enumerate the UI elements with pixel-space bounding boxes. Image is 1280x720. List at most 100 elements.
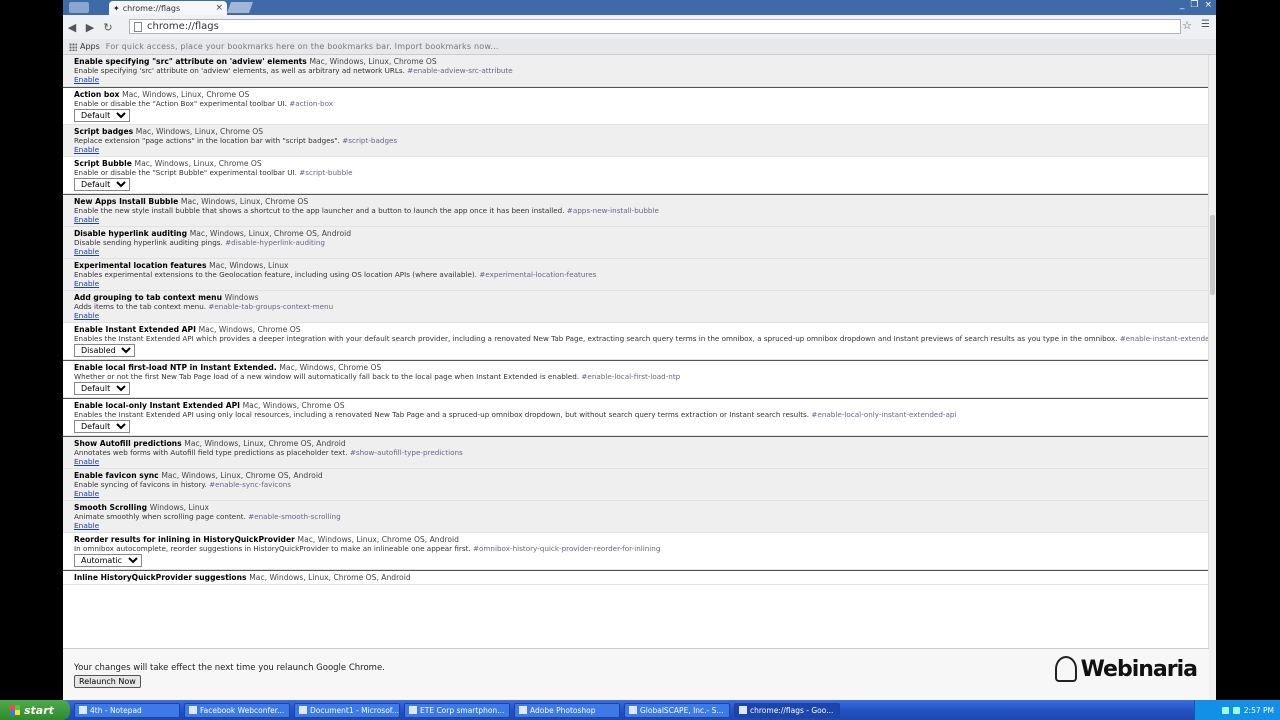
window-controls: _ ❐ ×	[1180, 0, 1212, 10]
experiment-description: Enable syncing of favicons in history. #…	[74, 480, 292, 489]
taskbar-button[interactable]: ETE Corp smartphon...	[404, 702, 510, 718]
experiment-enable-link[interactable]: Enable	[74, 521, 99, 530]
experiment-enable-link[interactable]: Enable	[74, 279, 99, 288]
apps-shortcut[interactable]: Apps	[69, 42, 100, 51]
back-icon[interactable]: ◀	[63, 21, 81, 34]
experiment-select[interactable]: Default	[74, 178, 130, 191]
taskbar-tasks: 4th - Notepad Facebook Webconfer... Docume…	[70, 702, 840, 718]
experiment-row: Script Bubble Mac, Windows, Linux, Chrom…	[63, 157, 1209, 194]
taskbar-button[interactable]: Document1 - Microsof...	[294, 702, 400, 718]
tray-icon[interactable]	[1232, 706, 1240, 714]
taskbar-button-label: Facebook Webconfer...	[200, 705, 285, 715]
forward-icon[interactable]: ▶	[81, 21, 99, 34]
experiment-title: New Apps Install Bubble Mac, Windows, Li…	[74, 197, 309, 206]
experiment-enable-link[interactable]: Enable	[74, 247, 99, 256]
experiment-anchor[interactable]: #action-box	[289, 99, 333, 108]
experiment-row: New Apps Install Bubble Mac, Windows, Li…	[63, 194, 1209, 227]
experiment-anchor[interactable]: #enable-local-first-load-ntp	[581, 372, 680, 381]
taskbar-button[interactable]: chrome://flags - Goo...	[734, 702, 840, 718]
tray-icon[interactable]	[1221, 706, 1229, 714]
experiment-title: Smooth Scrolling Windows, Linux	[74, 503, 209, 512]
experiment-title: Enable local-only Instant Extended API M…	[74, 401, 345, 410]
experiment-description: Adds items to the tab context menu. #ena…	[74, 302, 334, 311]
reload-icon[interactable]: ↻	[99, 21, 117, 34]
maximize-button[interactable]: ❐	[1190, 0, 1198, 10]
address-bar[interactable]: chrome://flags	[129, 19, 1181, 34]
experiment-anchor[interactable]: #omnibox-history-quick-provider-reorder-…	[473, 544, 660, 553]
relaunch-now-button[interactable]: Relaunch Now	[74, 675, 141, 688]
experiment-anchor[interactable]: #disable-hyperlink-auditing	[225, 238, 325, 247]
taskbar-button[interactable]: 4th - Notepad	[74, 702, 180, 718]
start-label: start	[24, 703, 54, 717]
tab-close-icon[interactable]: ×	[215, 3, 223, 13]
experiment-select[interactable]: Default	[74, 382, 130, 395]
experiment-description: Enables experimental extensions to the G…	[74, 270, 597, 279]
experiment-anchor[interactable]: #enable-instant-extended-api	[1120, 334, 1209, 343]
experiment-anchor[interactable]: #enable-sync-favicons	[209, 480, 291, 489]
experiment-anchor[interactable]: #script-badges	[342, 136, 397, 145]
experiment-platforms: Mac, Windows, Linux, Chrome OS	[122, 90, 250, 99]
minimize-button[interactable]: _	[1180, 0, 1185, 10]
taskbar-button-label: Document1 - Microsof...	[310, 705, 400, 715]
experiment-enable-link[interactable]: Enable	[74, 457, 99, 466]
experiment-anchor[interactable]: #enable-tab-groups-context-menu	[208, 302, 333, 311]
experiment-select[interactable]: Default	[74, 109, 130, 122]
experiment-platforms: Mac, Windows, Linux, Chrome OS, Android	[189, 229, 352, 238]
experiment-platforms: Mac, Windows, Linux, Chrome OS	[180, 197, 309, 206]
experiment-select[interactable]: Disabled	[74, 344, 135, 357]
experiment-enable-link[interactable]: Enable	[74, 75, 99, 84]
experiment-row: Add grouping to tab context menu Windows…	[63, 291, 1209, 323]
experiment-anchor[interactable]: #script-bubble	[299, 168, 352, 177]
experiment-anchor[interactable]: #apps-new-install-bubble	[567, 206, 659, 215]
page-scrollbar[interactable]	[1208, 55, 1216, 700]
app-icon	[629, 706, 637, 714]
experiment-enable-link[interactable]: Enable	[74, 311, 99, 320]
experiment-select[interactable]: Default	[74, 420, 130, 433]
experiment-description: Annotates web forms with Autofill field …	[74, 448, 463, 457]
experiment-enable-link[interactable]: Enable	[74, 145, 99, 154]
scroll-thumb[interactable]	[1210, 215, 1215, 295]
experiment-row: Enable specifying "src" attribute on 'ad…	[63, 55, 1209, 87]
experiment-anchor[interactable]: #experimental-location-features	[479, 270, 596, 279]
menu-icon[interactable]: ☰	[1201, 19, 1210, 30]
start-button[interactable]: start	[0, 700, 70, 720]
apps-label: Apps	[80, 42, 100, 51]
close-button[interactable]: ×	[1204, 0, 1212, 10]
app-icon	[519, 706, 527, 714]
experiment-title: Add grouping to tab context menu Windows	[74, 293, 259, 302]
app-icon	[409, 706, 417, 714]
experiment-anchor[interactable]: #enable-local-only-instant-extended-api	[811, 410, 956, 419]
experiment-row: Smooth Scrolling Windows, Linux Animate s…	[63, 501, 1209, 533]
tab-chrome-flags[interactable]: ✦ chrome://flags ×	[109, 1, 227, 15]
taskbar-button[interactable]: Adobe Photoshop	[514, 702, 620, 718]
experiment-enable-link[interactable]: Enable	[74, 215, 99, 224]
experiment-platforms: Mac, Windows, Linux, Chrome OS	[309, 57, 437, 66]
experiment-platforms: Mac, Windows, Chrome OS	[198, 325, 301, 334]
experiment-platforms: Mac, Windows, Linux, Chrome OS	[134, 159, 262, 168]
logo-mark-icon	[1054, 656, 1077, 682]
experiment-description: Enables the Instant Extended API which p…	[74, 334, 1209, 343]
experiment-title: Action box Mac, Windows, Linux, Chrome O…	[74, 90, 250, 99]
experiment-platforms: Mac, Windows, Linux, Chrome OS, Android	[161, 471, 323, 480]
taskbar-button-label: GlobalSCAPE, Inc.- S...	[640, 705, 724, 715]
address-text: chrome://flags	[147, 21, 219, 32]
experiment-enable-link[interactable]: Enable	[74, 489, 99, 498]
experiment-anchor[interactable]: #show-autofill-type-predictions	[350, 448, 463, 457]
taskbar-button[interactable]: Facebook Webconfer...	[184, 702, 290, 718]
experiment-title: Enable favicon sync Mac, Windows, Linux,…	[74, 471, 323, 480]
experiment-platforms: Mac, Windows, Linux, Chrome OS, Android	[184, 439, 346, 448]
experiment-title: Reorder results for inlining in HistoryQ…	[74, 535, 459, 544]
bookmark-star-icon[interactable]: ☆	[1182, 19, 1192, 32]
experiment-select[interactable]: Automatic	[74, 554, 142, 567]
tab-title: chrome://flags	[122, 3, 181, 13]
experiment-row: Show Autofill predictions Mac, Windows, …	[63, 436, 1209, 469]
new-tab-button[interactable]	[226, 2, 254, 13]
experiment-row: Enable Instant Extended API Mac, Windows…	[63, 323, 1209, 360]
taskbar-button[interactable]: GlobalSCAPE, Inc.- S...	[624, 702, 730, 718]
webinaria-logo: Webinaria	[1054, 649, 1198, 689]
app-icon	[79, 706, 87, 714]
experiment-anchor[interactable]: #enable-smooth-scrolling	[248, 512, 341, 521]
experiment-row: Disable hyperlink auditing Mac, Windows,…	[63, 227, 1209, 259]
experiment-anchor[interactable]: #enable-adview-src-attribute	[407, 66, 513, 75]
tab-overview-icon[interactable]	[69, 2, 89, 13]
